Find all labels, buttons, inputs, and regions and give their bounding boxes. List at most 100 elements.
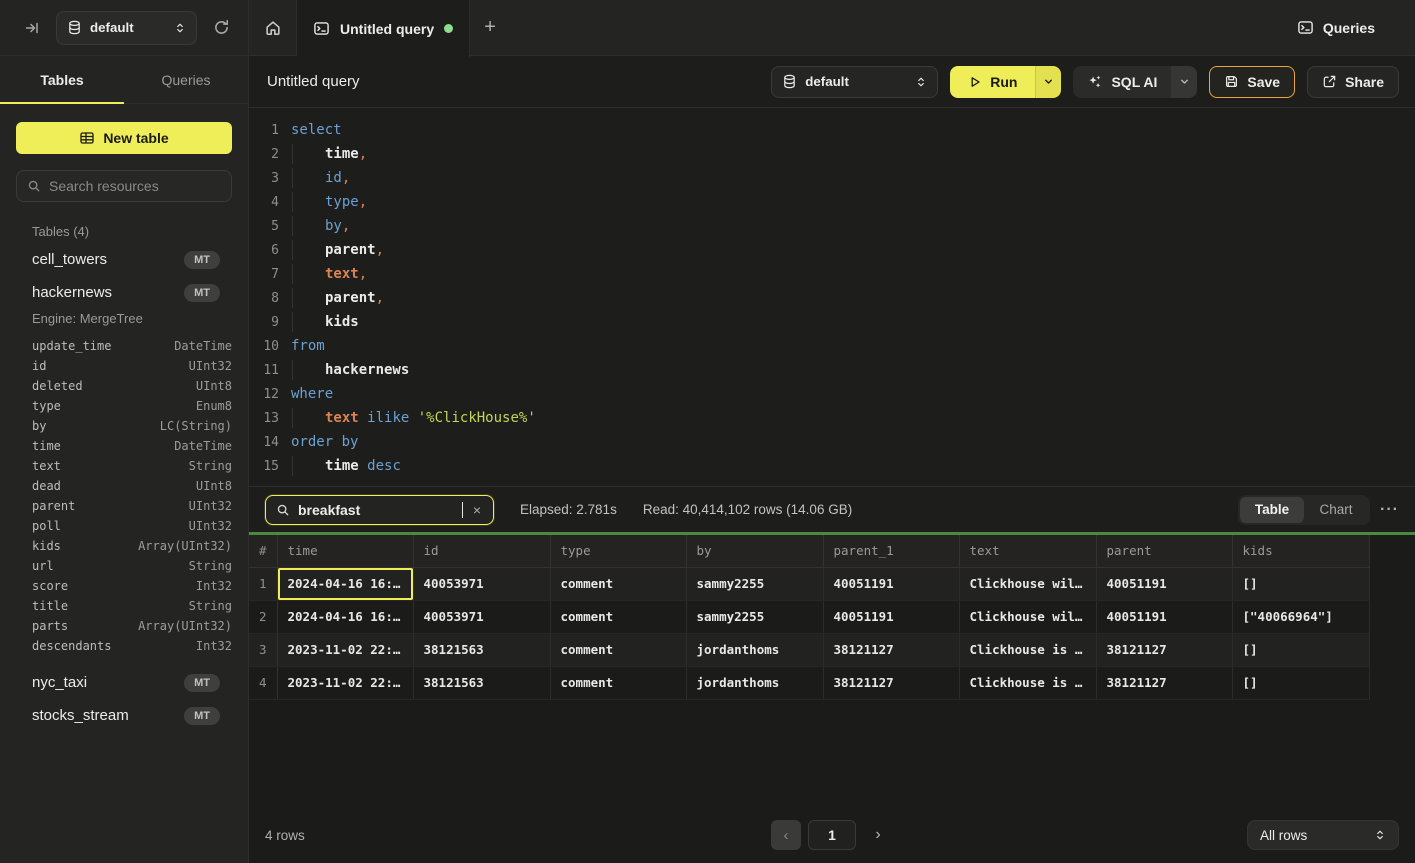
sparkles-icon [1087, 74, 1102, 89]
refresh-button[interactable] [209, 15, 234, 40]
column-type: UInt8 [196, 479, 232, 493]
table-item[interactable]: nyc_taxiMT [16, 666, 232, 699]
search-icon [27, 179, 41, 193]
table-item[interactable]: cell_towersMT [16, 243, 232, 276]
data-cell[interactable]: 2024-04-16 16:24… [277, 567, 413, 600]
home-icon [264, 19, 282, 37]
sidebar-tab-queries[interactable]: Queries [124, 56, 248, 103]
column-type: Int32 [196, 639, 232, 653]
page-size-selector[interactable]: All rows [1247, 820, 1399, 850]
queries-button[interactable]: Queries [1297, 19, 1375, 36]
column-header-parent_1[interactable]: parent_1 [823, 535, 959, 567]
data-cell[interactable]: jordanthoms [686, 666, 823, 699]
column-header-parent[interactable]: parent [1096, 535, 1232, 567]
table-row: 42023-11-02 22:56…38121563commentjordant… [249, 666, 1369, 699]
run-options-button[interactable] [1035, 66, 1061, 98]
table-item[interactable]: stocks_streamMT [16, 699, 232, 732]
view-tab-table[interactable]: Table [1240, 497, 1304, 523]
data-cell[interactable]: 2024-04-16 16:24… [277, 600, 413, 633]
next-page-button[interactable]: › [863, 820, 893, 850]
data-cell[interactable]: comment [550, 567, 686, 600]
data-cell[interactable]: Clickhouse will … [959, 567, 1096, 600]
new-tab-button[interactable]: + [470, 0, 510, 55]
pagination: ‹ 1 › [771, 820, 893, 850]
column-header-type[interactable]: type [550, 535, 686, 567]
data-cell[interactable]: comment [550, 666, 686, 699]
data-cell[interactable]: comment [550, 633, 686, 666]
clear-search-button[interactable]: × [471, 502, 483, 518]
save-button[interactable]: Save [1209, 66, 1295, 98]
sidebar-tab-tables[interactable]: Tables [0, 56, 124, 103]
engine-badge: MT [184, 707, 220, 725]
app-window: default Untitled query [0, 0, 1415, 863]
share-button-label: Share [1345, 74, 1384, 90]
data-cell[interactable]: 40051191 [1096, 567, 1232, 600]
data-cell[interactable]: 2023-11-02 22:56… [277, 633, 413, 666]
data-cell[interactable]: 38121127 [1096, 633, 1232, 666]
data-cell[interactable]: 2023-11-02 22:56… [277, 666, 413, 699]
collapse-sidebar-button[interactable] [20, 16, 44, 40]
top-bar-right: Queries [1297, 0, 1415, 55]
row-number-cell[interactable]: 2 [249, 600, 277, 633]
column-header-id[interactable]: id [413, 535, 550, 567]
data-cell[interactable]: 40051191 [823, 567, 959, 600]
column-header-time[interactable]: time [277, 535, 413, 567]
data-cell[interactable]: 38121127 [1096, 666, 1232, 699]
data-cell[interactable]: 38121127 [823, 633, 959, 666]
row-number-cell[interactable]: 3 [249, 633, 277, 666]
sql-editor[interactable]: 1select2time,3id,4type,5by,6parent,7text… [249, 108, 1415, 486]
data-cell[interactable]: ["40066964"] [1232, 600, 1369, 633]
query-database-selector[interactable]: default [771, 66, 938, 98]
data-cell[interactable]: sammy2255 [686, 600, 823, 633]
editor-line: 9kids [249, 310, 1415, 334]
home-tab[interactable] [249, 0, 297, 55]
column-header-by[interactable]: by [686, 535, 823, 567]
results-search[interactable]: × [265, 495, 494, 525]
editor-line: 13text ilike '%ClickHouse%' [249, 406, 1415, 430]
data-cell[interactable]: [] [1232, 666, 1369, 699]
share-button[interactable]: Share [1307, 66, 1399, 98]
data-cell[interactable]: 40053971 [413, 567, 550, 600]
data-cell[interactable]: 40051191 [823, 600, 959, 633]
data-cell[interactable]: Clickhouse is a … [959, 666, 1096, 699]
data-cell[interactable]: sammy2255 [686, 567, 823, 600]
data-cell[interactable]: 38121563 [413, 666, 550, 699]
query-tab[interactable]: Untitled query [297, 0, 470, 57]
run-button[interactable]: Run [950, 66, 1035, 98]
row-number-cell[interactable]: 1 [249, 567, 277, 600]
code-text: parent, [291, 290, 384, 306]
topbar-database-selector[interactable]: default [56, 11, 197, 45]
sidebar-search-input[interactable] [49, 178, 230, 194]
data-cell[interactable]: 38121127 [823, 666, 959, 699]
data-cell[interactable]: Clickhouse will … [959, 600, 1096, 633]
sidebar-search[interactable] [16, 170, 232, 202]
chevron-updown-icon [174, 22, 186, 34]
column-type: Enum8 [196, 399, 232, 413]
more-options-button[interactable]: ··· [1380, 501, 1399, 519]
column-header-rownum[interactable]: # [249, 535, 277, 567]
row-number-cell[interactable]: 4 [249, 666, 277, 699]
data-cell[interactable]: Clickhouse is a … [959, 633, 1096, 666]
view-tab-chart[interactable]: Chart [1304, 497, 1368, 523]
prev-page-button[interactable]: ‹ [771, 820, 801, 850]
data-cell[interactable]: jordanthoms [686, 633, 823, 666]
table-item[interactable]: hackernewsMT [16, 276, 232, 309]
sql-ai-button[interactable]: SQL AI [1073, 66, 1171, 98]
data-cell[interactable]: [] [1232, 567, 1369, 600]
data-cell[interactable]: 38121563 [413, 633, 550, 666]
column-header-text[interactable]: text [959, 535, 1096, 567]
data-cell[interactable]: 40053971 [413, 600, 550, 633]
table-row: 32023-11-02 22:56…38121563commentjordant… [249, 633, 1369, 666]
results-search-input[interactable] [298, 502, 463, 518]
new-table-button[interactable]: New table [16, 122, 232, 154]
tables-section-title: Tables (4) [32, 224, 232, 239]
table-row: 22024-04-16 16:24…40053971commentsammy22… [249, 600, 1369, 633]
page-number-input[interactable]: 1 [808, 820, 856, 850]
data-cell[interactable]: comment [550, 600, 686, 633]
column-name: id [32, 359, 189, 373]
data-cell[interactable]: [] [1232, 633, 1369, 666]
data-cell[interactable]: 40051191 [1096, 600, 1232, 633]
sql-ai-options-button[interactable] [1171, 66, 1197, 98]
column-header-kids[interactable]: kids [1232, 535, 1369, 567]
code-text: id, [291, 170, 350, 186]
